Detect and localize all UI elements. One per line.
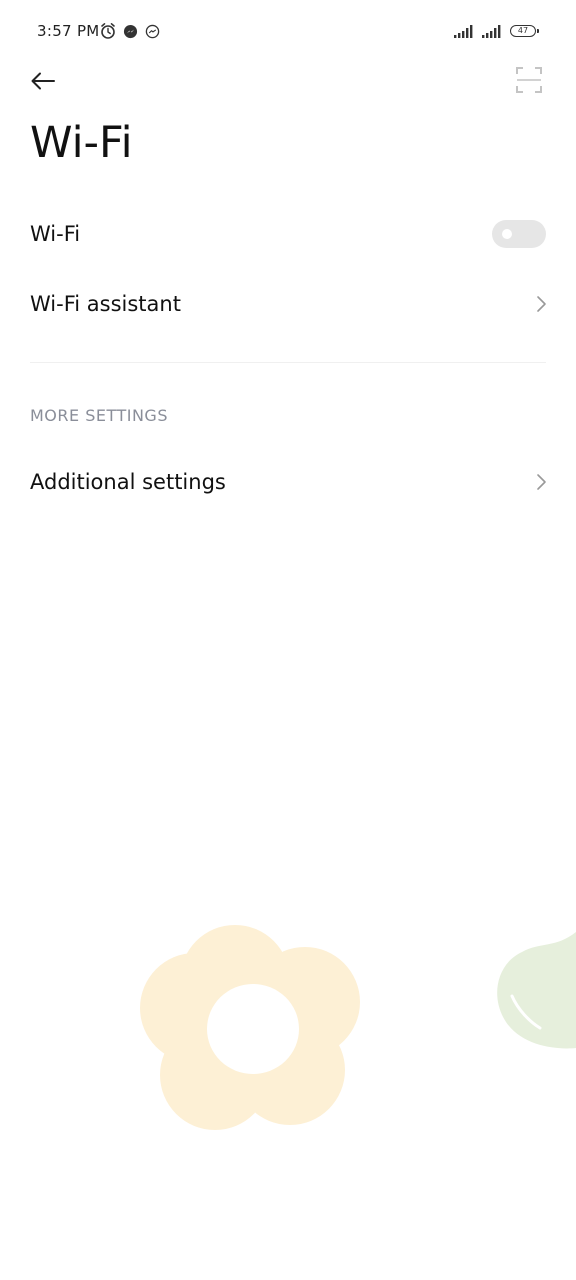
messenger-icon [123,24,138,39]
alarm-icon [101,23,115,39]
additional-settings-label: Additional settings [30,470,226,494]
back-button[interactable] [28,66,58,96]
battery-icon: 47 [510,25,539,37]
wifi-assistant-row[interactable]: Wi-Fi assistant [0,276,576,332]
flower-illustration [140,925,360,1130]
chevron-right-icon [537,296,546,312]
page-title: Wi-Fi [30,118,133,168]
battery-cap [537,29,539,33]
messenger-outline-icon [145,24,160,39]
wallpaper-decoration [140,925,576,1130]
arrow-left-icon [31,72,55,90]
signal-2-icon [482,25,501,38]
wifi-toggle-row[interactable]: Wi-Fi [0,206,576,262]
wifi-toggle[interactable] [492,220,546,248]
divider [30,362,546,363]
battery-level: 47 [517,26,529,35]
scan-button[interactable] [515,66,543,94]
status-bar: 3:57 PM 47 [0,0,576,62]
additional-settings-row[interactable]: Additional settings [0,454,576,510]
wifi-settings-screen: 3:57 PM 47 Wi-Fi Wi-Fi Wi-Fi assistant M… [0,0,576,1280]
toggle-knob [502,229,512,239]
status-right-group: 47 [454,22,539,40]
section-header-more-settings: MORE SETTINGS [30,406,168,425]
signal-1-icon [454,25,473,38]
chevron-right-icon [537,474,546,490]
wifi-label: Wi-Fi [30,222,81,246]
status-time: 3:57 PM [37,22,100,40]
wifi-assistant-label: Wi-Fi assistant [30,292,181,316]
scan-frame-icon [516,67,542,93]
leaf-illustration [497,932,576,1049]
